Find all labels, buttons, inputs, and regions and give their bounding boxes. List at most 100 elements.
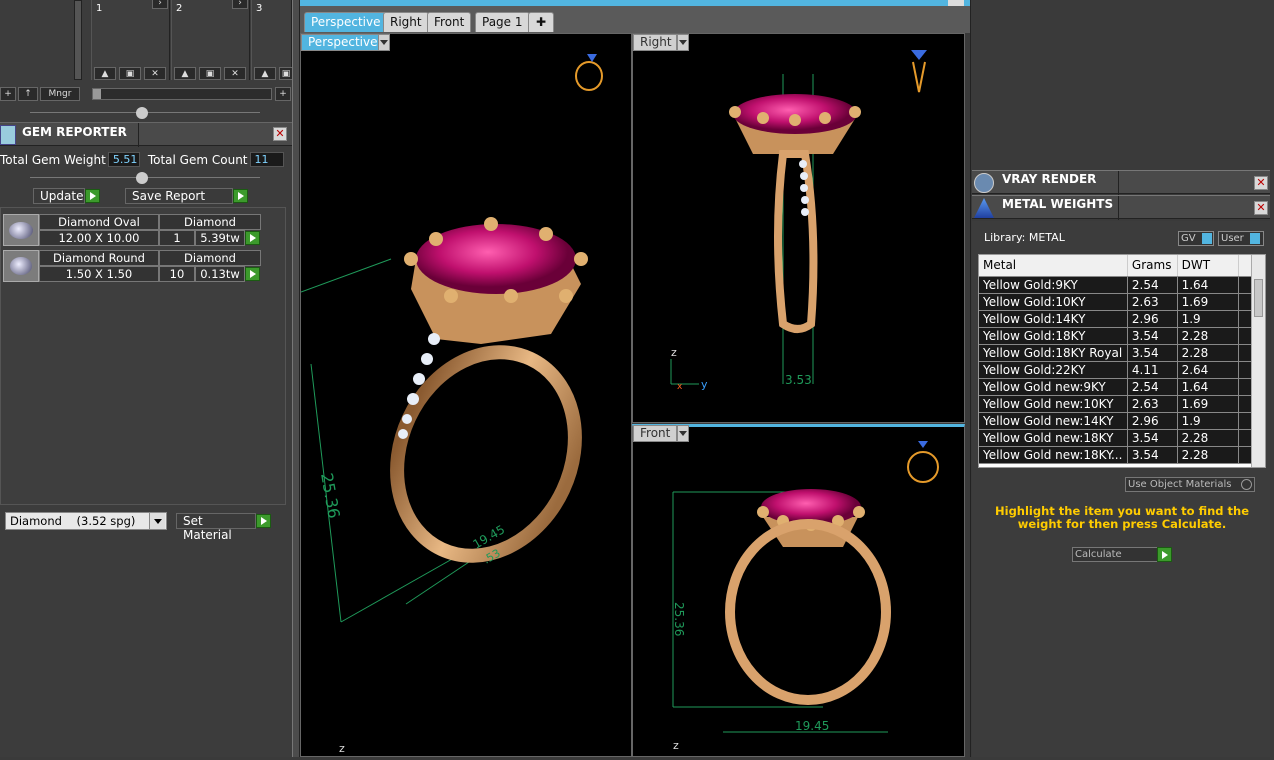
use-object-materials-toggle[interactable]: Use Object Materials: [1125, 477, 1255, 492]
up-icon[interactable]: ▲: [174, 67, 196, 80]
total-count-label: Total Gem Count: [147, 152, 248, 167]
front-viewport[interactable]: 25.36 19.45 z: [632, 424, 965, 757]
play-icon[interactable]: [1157, 547, 1172, 562]
gv-toggle-indicator: [1202, 233, 1212, 244]
dwt-value: 1.64: [1178, 277, 1240, 293]
tab-right[interactable]: Right: [383, 12, 429, 32]
table-row[interactable]: Yellow Gold:14KY 2.96 1.9: [979, 311, 1265, 328]
viewport-label-front[interactable]: Front: [633, 425, 677, 442]
save-icon[interactable]: ▣: [279, 67, 293, 80]
metal-weights-header[interactable]: METAL WEIGHTS ✕: [972, 195, 1270, 220]
axis-label: x: [677, 382, 683, 392]
layer-slider[interactable]: [92, 88, 272, 100]
play-icon[interactable]: [245, 267, 260, 281]
save-icon[interactable]: ▣: [199, 67, 221, 80]
table-row[interactable]: Yellow Gold:18KY 3.54 2.28: [979, 328, 1265, 345]
gem-row[interactable]: Diamond Round Diamond 1.50 X 1.50 10 0.1…: [3, 250, 261, 282]
perspective-viewport[interactable]: 25.36 19.45 .53 z: [300, 33, 632, 757]
dimension-label: 3.53: [785, 373, 812, 387]
grams-value: 2.63: [1128, 396, 1178, 412]
slider-thumb[interactable]: [93, 89, 101, 99]
dwt-value: 2.28: [1178, 447, 1240, 463]
vray-render-header[interactable]: VRAY RENDER ✕: [972, 170, 1270, 195]
chevron-down-icon[interactable]: [677, 34, 689, 51]
up-icon[interactable]: ▲: [94, 67, 116, 80]
close-icon[interactable]: ✕: [224, 67, 246, 80]
gem-reporter-title: GEM REPORTER: [22, 125, 127, 139]
close-icon[interactable]: ✕: [144, 67, 166, 80]
up-icon[interactable]: ▲: [254, 67, 276, 80]
close-icon[interactable]: ✕: [1254, 176, 1268, 190]
viewport-label-right[interactable]: Right: [633, 34, 677, 51]
grams-value: 4.11: [1128, 362, 1178, 378]
vray-title: VRAY RENDER: [1002, 172, 1097, 186]
close-icon[interactable]: ✕: [273, 127, 287, 141]
move-up-button[interactable]: ↑: [18, 87, 38, 101]
column-header[interactable]: DWT: [1178, 255, 1240, 276]
table-row[interactable]: Yellow Gold:9KY 2.54 1.64: [979, 277, 1265, 294]
grams-value: 3.54: [1128, 328, 1178, 344]
set-material-button[interactable]: Set Material: [176, 513, 256, 542]
radio-icon[interactable]: [1241, 479, 1252, 490]
close-icon[interactable]: [948, 0, 964, 6]
table-header: Metal Grams DWT: [979, 255, 1265, 277]
play-icon[interactable]: [233, 189, 248, 203]
table-row[interactable]: Yellow Gold new:14KY 2.96 1.9: [979, 413, 1265, 430]
update-button[interactable]: Update: [33, 188, 85, 204]
metal-name: Yellow Gold:22KY: [979, 362, 1128, 378]
add-tab-icon[interactable]: ✚: [528, 12, 554, 32]
tab-page-1[interactable]: Page 1: [475, 12, 530, 32]
save-report-button[interactable]: Save Report: [125, 188, 233, 204]
table-row[interactable]: Yellow Gold new:18KY 3.54 2.28: [979, 430, 1265, 447]
perspective-ring-render: 25.36 19.45 .53 z: [300, 217, 588, 755]
play-icon[interactable]: [256, 514, 271, 528]
chevron-down-icon[interactable]: [149, 513, 165, 529]
table-row[interactable]: Yellow Gold:22KY 4.11 2.64: [979, 362, 1265, 379]
collapse-grip-icon[interactable]: [136, 172, 148, 184]
play-icon[interactable]: [245, 231, 260, 245]
close-icon[interactable]: ✕: [1254, 201, 1268, 215]
table-row[interactable]: Yellow Gold new:18KY... 3.54 2.28: [979, 447, 1265, 464]
dimension-label: 25.36: [672, 602, 686, 636]
save-icon[interactable]: ▣: [119, 67, 141, 80]
gem-reporter-header[interactable]: GEM REPORTER ✕: [0, 122, 292, 147]
collapse-grip-icon[interactable]: [136, 107, 148, 119]
table-row[interactable]: Yellow Gold:10KY 2.63 1.69: [979, 294, 1265, 311]
dwt-value: 1.64: [1178, 379, 1240, 395]
layer-label: 1: [96, 3, 103, 14]
grams-value: 2.96: [1128, 413, 1178, 429]
metal-name: Yellow Gold:18KY: [979, 328, 1128, 344]
ring-thumbnail-icon: [905, 42, 935, 98]
tab-front[interactable]: Front: [427, 12, 472, 32]
gem-type: Diamond: [159, 250, 261, 266]
right-viewport[interactable]: 3.53 z y x: [632, 33, 965, 423]
add-button[interactable]: +: [275, 87, 291, 101]
add-layer-button[interactable]: +: [0, 87, 16, 101]
viewport-label-perspective[interactable]: Perspective: [301, 34, 379, 51]
manager-button[interactable]: Mngr: [40, 87, 80, 101]
total-weight-label: Total Gem Weight: [0, 152, 106, 167]
metal-name: Yellow Gold:10KY: [979, 294, 1128, 310]
gem-row[interactable]: Diamond Oval Diamond 12.00 X 10.00 1 5.3…: [3, 214, 261, 246]
arrow-right-icon[interactable]: ›: [152, 0, 168, 9]
play-icon[interactable]: [85, 189, 100, 203]
column-header[interactable]: Grams: [1128, 255, 1178, 276]
column-header[interactable]: Metal: [979, 255, 1128, 276]
scroll-thumb[interactable]: [1254, 279, 1263, 317]
tab-perspective[interactable]: Perspective: [304, 12, 388, 32]
grams-value: 2.54: [1128, 277, 1178, 293]
layer-scrollbar[interactable]: [74, 0, 82, 80]
chevron-down-icon[interactable]: [677, 425, 689, 442]
table-row[interactable]: Yellow Gold new:10KY 2.63 1.69: [979, 396, 1265, 413]
table-row[interactable]: Yellow Gold:18KY Royal 3.54 2.28: [979, 345, 1265, 362]
table-row[interactable]: Yellow Gold new:9KY 2.54 1.64: [979, 379, 1265, 396]
gem-reporter-icon: [0, 125, 16, 145]
use-object-materials-label: Use Object Materials: [1128, 479, 1232, 490]
metal-name: Yellow Gold new:18KY: [979, 430, 1128, 446]
arrow-right-icon[interactable]: ›: [232, 0, 248, 9]
panel-splitter[interactable]: [292, 0, 300, 757]
dwt-value: 1.69: [1178, 294, 1240, 310]
material-select[interactable]: Diamond (3.52 spg): [5, 512, 167, 530]
chevron-down-icon[interactable]: [378, 34, 390, 51]
table-scrollbar[interactable]: [1251, 255, 1265, 467]
